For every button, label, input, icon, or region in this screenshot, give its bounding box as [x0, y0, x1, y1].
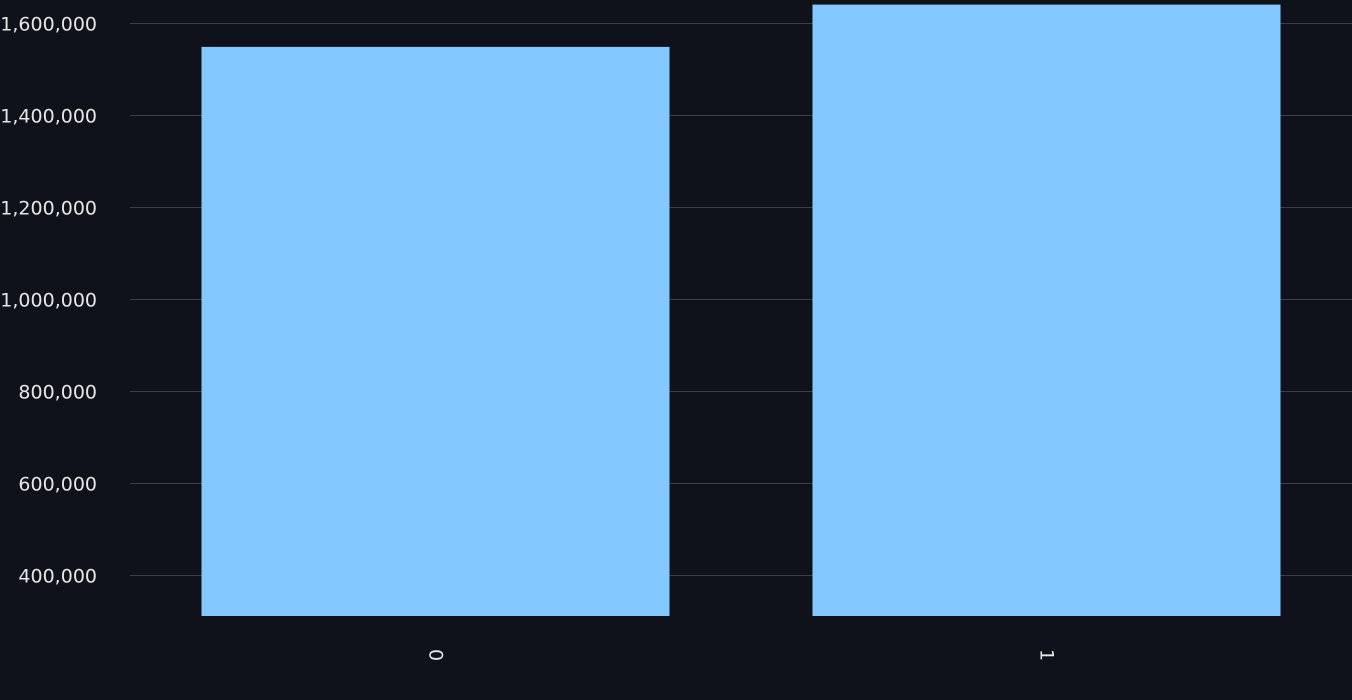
y-tick-label: 1,600,000	[0, 14, 97, 36]
y-tick-label: 1,400,000	[0, 106, 97, 128]
bar-0[interactable]	[201, 46, 670, 617]
y-axis-ticks: 400,000 600,000 800,000 1,000,000 1,200,000 1…	[0, 14, 97, 588]
x-axis-ticks: 01	[425, 649, 1058, 661]
x-tick-label: 0	[425, 649, 447, 661]
bar-1[interactable]	[812, 4, 1281, 617]
y-tick-label: 1,200,000	[0, 198, 97, 220]
x-tick-label: 1	[1036, 649, 1058, 661]
y-tick-label: 1,000,000	[0, 290, 97, 312]
bar-chart: 400,000 600,000 800,000 1,000,000 1,200,000 1…	[0, 4, 1352, 661]
bars	[201, 4, 1281, 617]
y-tick-label: 800,000	[18, 382, 97, 404]
y-tick-label: 600,000	[18, 474, 97, 496]
y-tick-label: 400,000	[18, 566, 97, 588]
